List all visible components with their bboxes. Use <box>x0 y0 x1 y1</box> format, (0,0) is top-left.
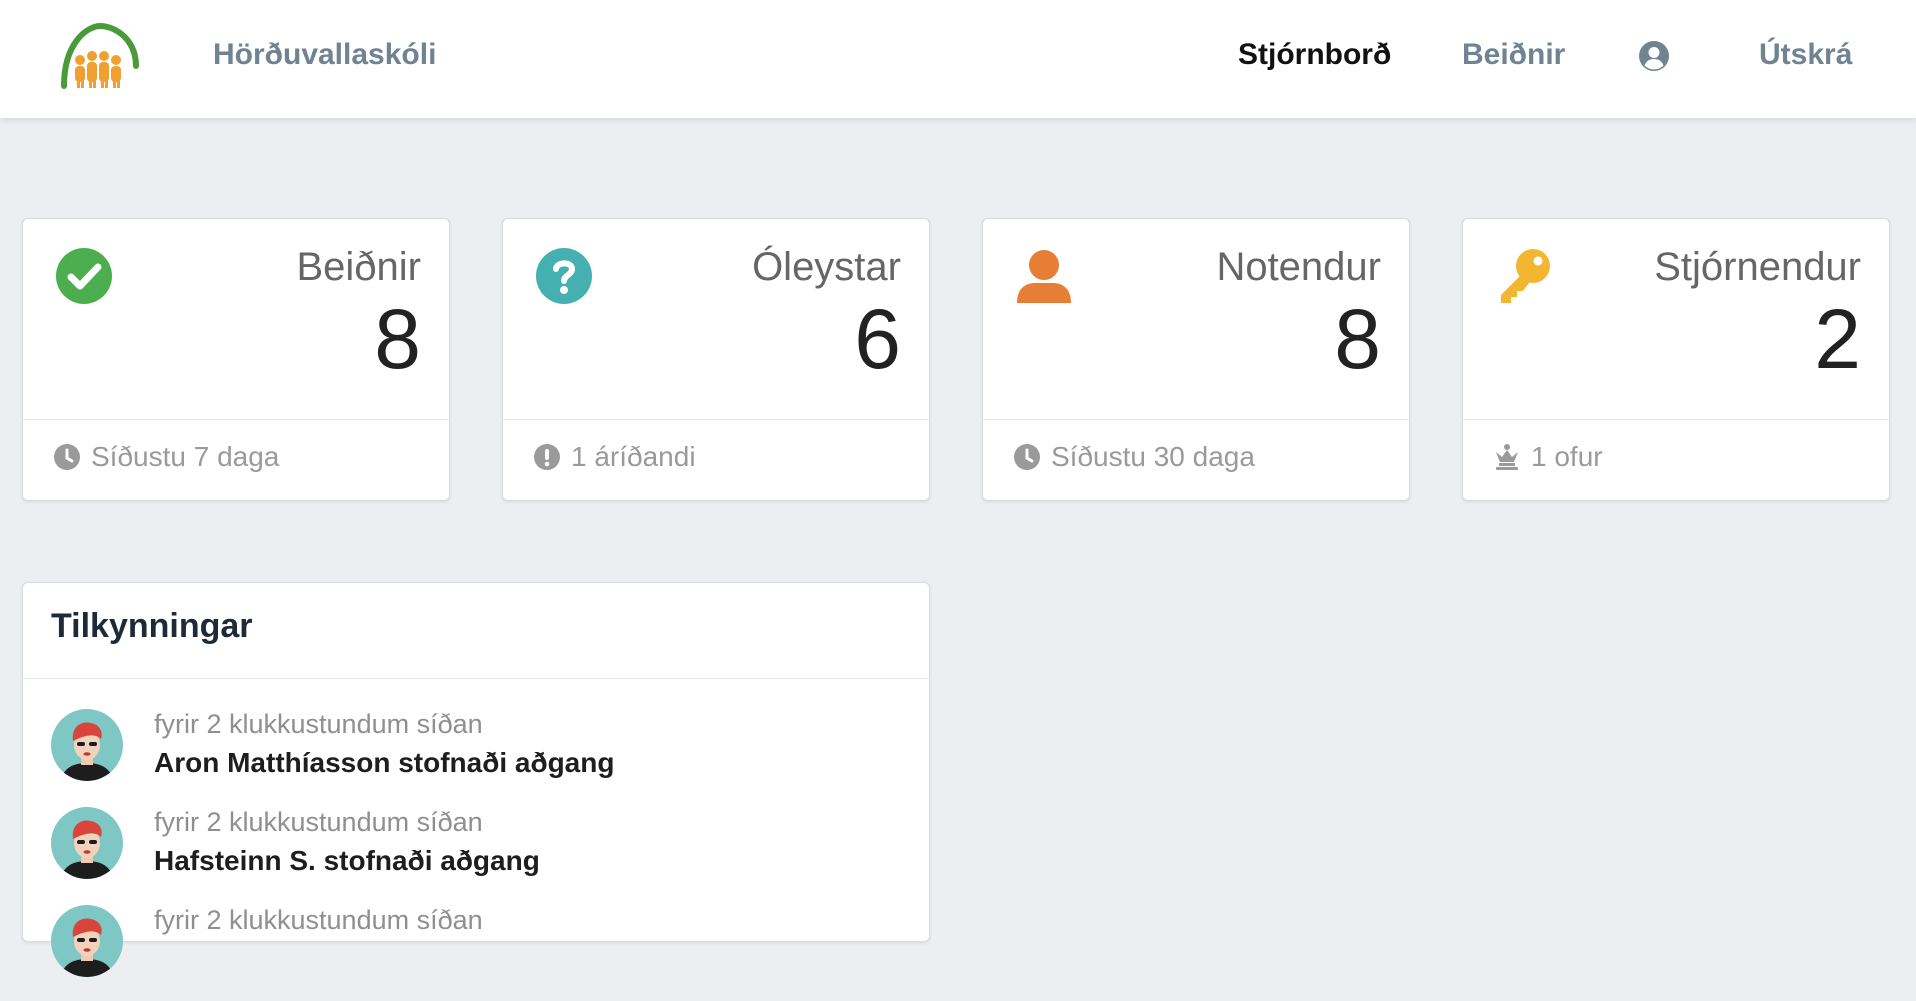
card-footer: 1 ofur <box>1493 441 1603 473</box>
check-circle-icon <box>56 248 112 304</box>
card-title: Stjórnendur <box>1654 245 1861 289</box>
clock-icon <box>54 444 80 470</box>
stat-card-admins: Stjórnendur 2 1 ofur <box>1462 218 1890 501</box>
brand-link[interactable]: Hörðuvallaskóli <box>213 38 436 72</box>
stat-card-requests: Beiðnir 8 Síðustu 7 daga <box>22 218 450 501</box>
card-footer-text: 1 ofur <box>1531 441 1603 472</box>
card-footer: 1 áríðandi <box>533 441 696 473</box>
nav-logout-link[interactable]: Útskrá <box>1759 38 1852 72</box>
notifications-list: fyrir 2 klukkustundum síðan Aron Matthía… <box>51 707 909 1001</box>
user-icon <box>1017 250 1071 303</box>
panel-divider <box>23 678 929 679</box>
top-navbar: Hörðuvallaskóli Stjórnborð Beiðnir Útskr… <box>0 0 1916 118</box>
card-value: 2 <box>1814 292 1861 386</box>
card-value: 8 <box>1334 292 1381 386</box>
card-value: 6 <box>854 292 901 386</box>
card-divider <box>983 419 1409 420</box>
notification-item[interactable]: fyrir 2 klukkustundum síðan <box>51 903 909 1001</box>
notification-text: Aron Matthíasson stofnaði aðgang <box>154 747 615 778</box>
card-footer-text: Síðustu 7 daga <box>91 441 280 472</box>
notification-item[interactable]: fyrir 2 klukkustundum síðan Aron Matthía… <box>51 707 909 805</box>
card-title: Óleystar <box>752 245 901 289</box>
avatar <box>51 709 123 781</box>
card-footer: Síðustu 7 daga <box>53 441 279 473</box>
notification-time: fyrir 2 klukkustundum síðan <box>154 905 483 935</box>
card-divider <box>1463 419 1889 420</box>
notification-text: Hafsteinn S. stofnaði aðgang <box>154 845 540 876</box>
exclamation-circle-icon <box>534 444 560 470</box>
card-footer-text: 1 áríðandi <box>571 441 696 472</box>
stat-card-unresolved: Óleystar 6 1 áríðandi <box>502 218 930 501</box>
card-footer-text: Síðustu 30 daga <box>1051 441 1255 472</box>
notification-item[interactable]: fyrir 2 klukkustundum síðan Hafsteinn S.… <box>51 805 909 903</box>
notifications-panel: Tilkynningar fyrir 2 klukkustundum síðan… <box>22 582 930 977</box>
card-title: Notendur <box>1216 245 1381 289</box>
nav-dashboard-link[interactable]: Stjórnborð <box>1238 38 1391 72</box>
card-value: 8 <box>374 292 421 386</box>
chess-queen-icon <box>1496 444 1518 470</box>
clock-icon <box>1014 444 1040 470</box>
question-circle-icon <box>536 248 592 304</box>
notifications-title: Tilkynningar <box>51 607 253 645</box>
stat-card-users: Notendur 8 Síðustu 30 daga <box>982 218 1410 501</box>
card-title: Beiðnir <box>296 245 421 289</box>
card-divider <box>503 419 929 420</box>
account-icon[interactable] <box>1638 40 1670 72</box>
notification-time: fyrir 2 klukkustundum síðan <box>154 807 483 837</box>
school-logo[interactable] <box>58 22 142 94</box>
notification-time: fyrir 2 klukkustundum síðan <box>154 709 483 739</box>
card-divider <box>23 419 449 420</box>
avatar <box>51 807 123 879</box>
nav-requests-link[interactable]: Beiðnir <box>1462 38 1565 72</box>
key-icon <box>1501 249 1550 303</box>
card-footer: Síðustu 30 daga <box>1013 441 1255 473</box>
avatar <box>51 905 123 977</box>
